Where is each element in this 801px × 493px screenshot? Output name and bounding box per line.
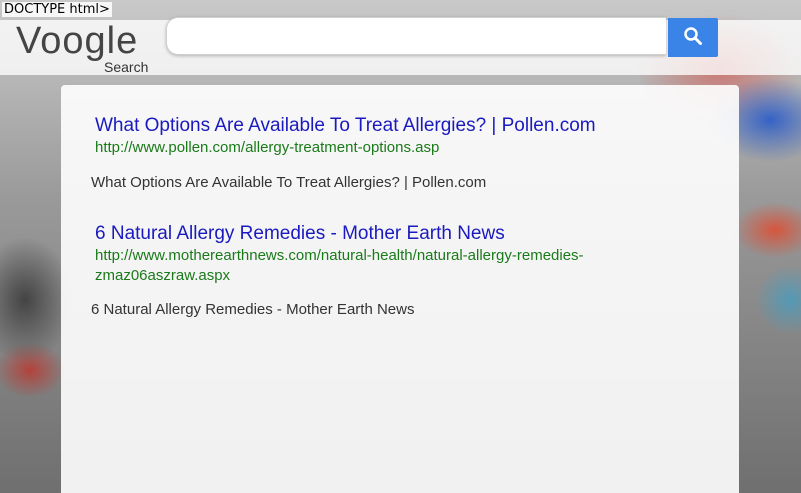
search-button[interactable] [668,18,718,57]
results-panel: What Options Are Available To Treat Alle… [61,85,739,493]
voogle-logo[interactable]: Voogle [16,22,138,60]
search-result: What Options Are Available To Treat Alle… [95,115,685,158]
result-title-link[interactable]: What Options Are Available To Treat Alle… [95,115,685,137]
result-title-link[interactable]: 6 Natural Allergy Remedies - Mother Eart… [95,223,685,245]
result-url: http://www.motherearthnews.com/natural-h… [95,247,584,284]
result-url: http://www.pollen.com/allergy-treatment-… [95,139,440,156]
search-input[interactable] [166,17,666,55]
stray-doctype-text: DOCTYPE html> [2,2,112,17]
result-snippet: 6 Natural Allergy Remedies - Mother Eart… [91,301,415,318]
search-icon [683,26,703,49]
result-snippet: What Options Are Available To Treat Alle… [91,174,487,191]
logo-subtitle: Search [104,59,149,75]
search-result: 6 Natural Allergy Remedies - Mother Eart… [95,223,685,286]
